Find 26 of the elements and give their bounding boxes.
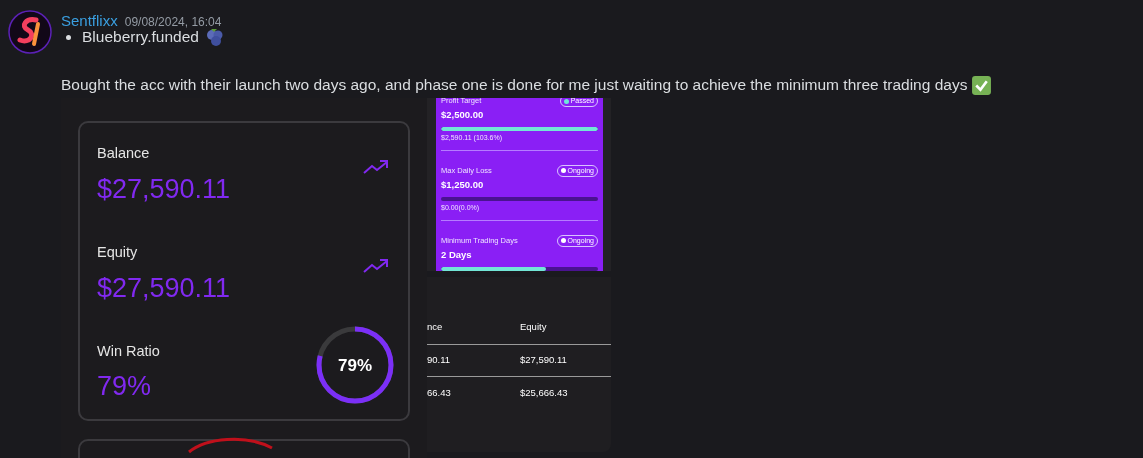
trending-up-icon	[363, 158, 389, 175]
ring-percent: 79%	[338, 354, 372, 377]
list-item-text: Blueberry.funded	[82, 28, 199, 48]
table-cell-text: $27,590.11	[520, 353, 568, 368]
stat-value: 79%	[97, 370, 153, 403]
stat-label: Balance	[97, 144, 151, 163]
check-mark-icon	[971, 74, 993, 96]
table-cell-text: 66.43	[427, 385, 452, 400]
stat-value: $27,590.11	[97, 172, 231, 205]
objective-amount: $1,250.00	[441, 177, 485, 192]
objective-amount: 2 Days	[441, 247, 473, 262]
stat-label: Equity	[97, 242, 139, 262]
table-screenshot[interactable]: nce Equity 90.11 $27,590.11 66.43 $25,666.43	[427, 277, 611, 452]
avatar-icon[interactable]	[8, 10, 52, 54]
blueberries-icon	[204, 27, 225, 47]
objective-amount: $2,500.00	[441, 108, 485, 122]
timestamp: 09/08/2024, 16:04	[124, 14, 222, 31]
column-header: nce	[427, 320, 444, 334]
table-cell-text: $25,666.43	[520, 385, 569, 400]
bullet-icon	[66, 34, 71, 40]
stat-value: $27,590.11	[97, 271, 231, 304]
table-cell-text: 90.11	[427, 353, 452, 368]
column-header: Equity	[520, 320, 548, 334]
message-text: Bought the acc with their launch two days ago, and phase one is done for me just waiting to achieve the minimum three trading days	[61, 75, 968, 96]
stat-label: Win Ratio	[97, 341, 160, 361]
trending-up-icon	[363, 257, 389, 274]
